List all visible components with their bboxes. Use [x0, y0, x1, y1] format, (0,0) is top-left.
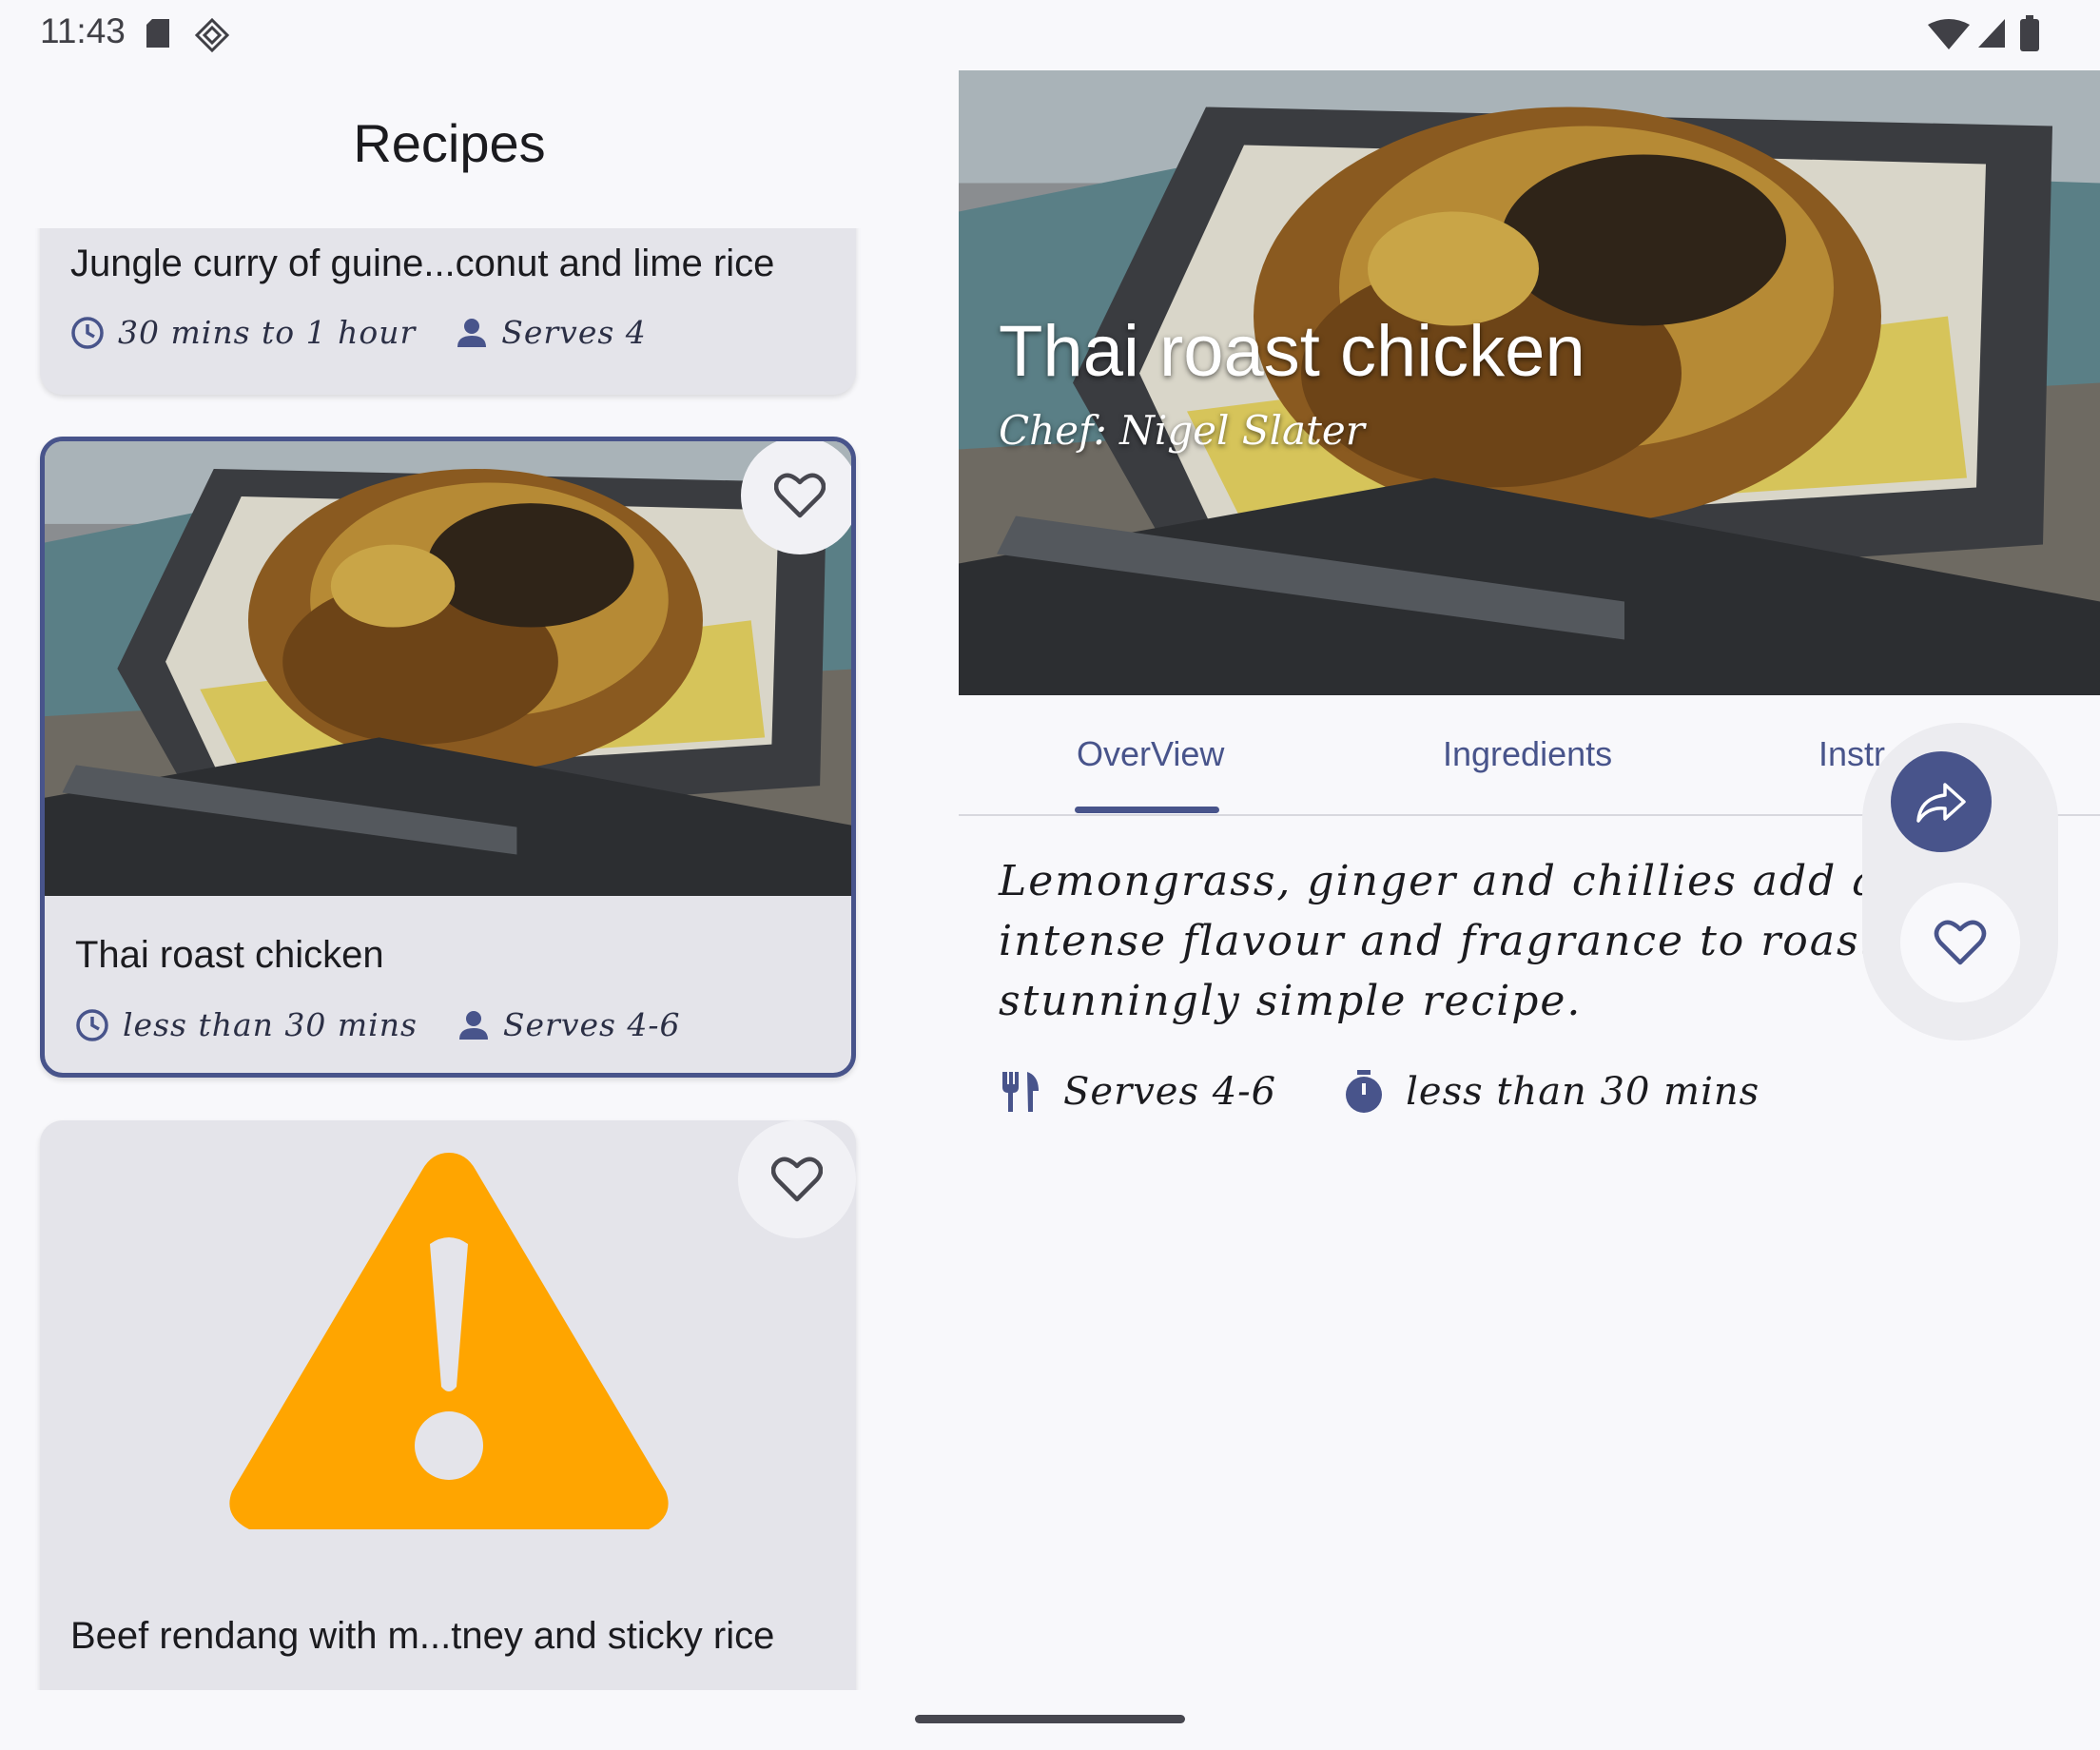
recipe-card-photo [45, 441, 851, 896]
cellular-signal-icon [1978, 19, 2005, 48]
timer-icon [1346, 1070, 1383, 1113]
warning-icon [229, 1153, 669, 1529]
heart-outline-icon [774, 473, 826, 518]
recipe-chef: Chef: Nigel Slater [999, 407, 1365, 454]
share-icon [1916, 783, 1966, 823]
clock-icon [71, 316, 104, 349]
active-tab-indicator [1075, 807, 1219, 813]
home-indicator[interactable] [915, 1715, 1185, 1723]
developer-diamond-icon [194, 17, 230, 53]
battery-icon [2020, 15, 2039, 51]
tab-ingredients[interactable]: Ingredients [1443, 734, 1612, 774]
recipe-time: less than 30 mins [1406, 1070, 1760, 1114]
recipe-card-jungle-curry[interactable]: Jungle curry of guine...conut and lime r… [40, 228, 856, 395]
clock-icon [76, 1008, 108, 1041]
status-time: 11:43 [40, 11, 126, 50]
recipe-card-title: Beef rendang with m...tney and sticky ri… [70, 1615, 775, 1657]
recipe-card-time: less than 30 mins [123, 1006, 418, 1043]
page-title: Recipes [353, 113, 546, 173]
tab-overview[interactable]: OverView [1077, 734, 1224, 774]
person-icon [458, 1010, 488, 1040]
recipe-card-serves: Serves 4-6 [502, 1006, 681, 1043]
sd-card-icon [146, 19, 169, 48]
person-icon [457, 318, 487, 347]
recipe-card-title: Jungle curry of guine...conut and lime r… [70, 243, 775, 284]
recipe-list[interactable]: Jungle curry of guine...conut and lime r… [0, 228, 899, 1690]
recipe-card-serves: Serves 4 [501, 314, 647, 351]
recipe-card-title: Thai roast chicken [75, 934, 384, 976]
restaurant-icon [1002, 1072, 1039, 1112]
recipe-hero-image: Thai roast chicken Chef: Nigel Slater [959, 70, 2100, 695]
status-bar: 11:43 [0, 0, 2100, 68]
heart-outline-icon [771, 1157, 823, 1202]
recipe-card-beef-rendang[interactable]: Beef rendang with m...tney and sticky ri… [40, 1120, 856, 1690]
share-button[interactable] [1891, 751, 1992, 852]
favorite-button[interactable] [738, 1120, 856, 1238]
recipe-description-container: Lemongrass, ginger and chillies add a wo… [959, 837, 1910, 1046]
recipe-info-row: Serves 4-6 less than 30 mins [999, 1070, 1760, 1114]
tab-instructions[interactable]: Instr [1818, 734, 1885, 774]
recipe-card-time: 30 mins to 1 hour [118, 314, 417, 351]
wifi-icon [1928, 19, 1970, 49]
recipe-card-thai-roast-chicken[interactable]: Thai roast chicken less than 30 mins Ser… [40, 437, 856, 1078]
recipe-card-meta: less than 30 mins Serves 4-6 [75, 1006, 681, 1043]
favorite-button[interactable] [741, 441, 851, 554]
recipe-title: Thai roast chicken [999, 311, 1585, 392]
recipe-description: Lemongrass, ginger and chillies add a wo… [999, 857, 1910, 1025]
recipe-card-meta: 30 mins to 1 hour Serves 4 [70, 314, 647, 351]
favorite-button[interactable] [1900, 883, 2020, 1002]
heart-outline-icon [1934, 920, 1987, 965]
recipe-serves: Serves 4-6 [1063, 1070, 1277, 1114]
